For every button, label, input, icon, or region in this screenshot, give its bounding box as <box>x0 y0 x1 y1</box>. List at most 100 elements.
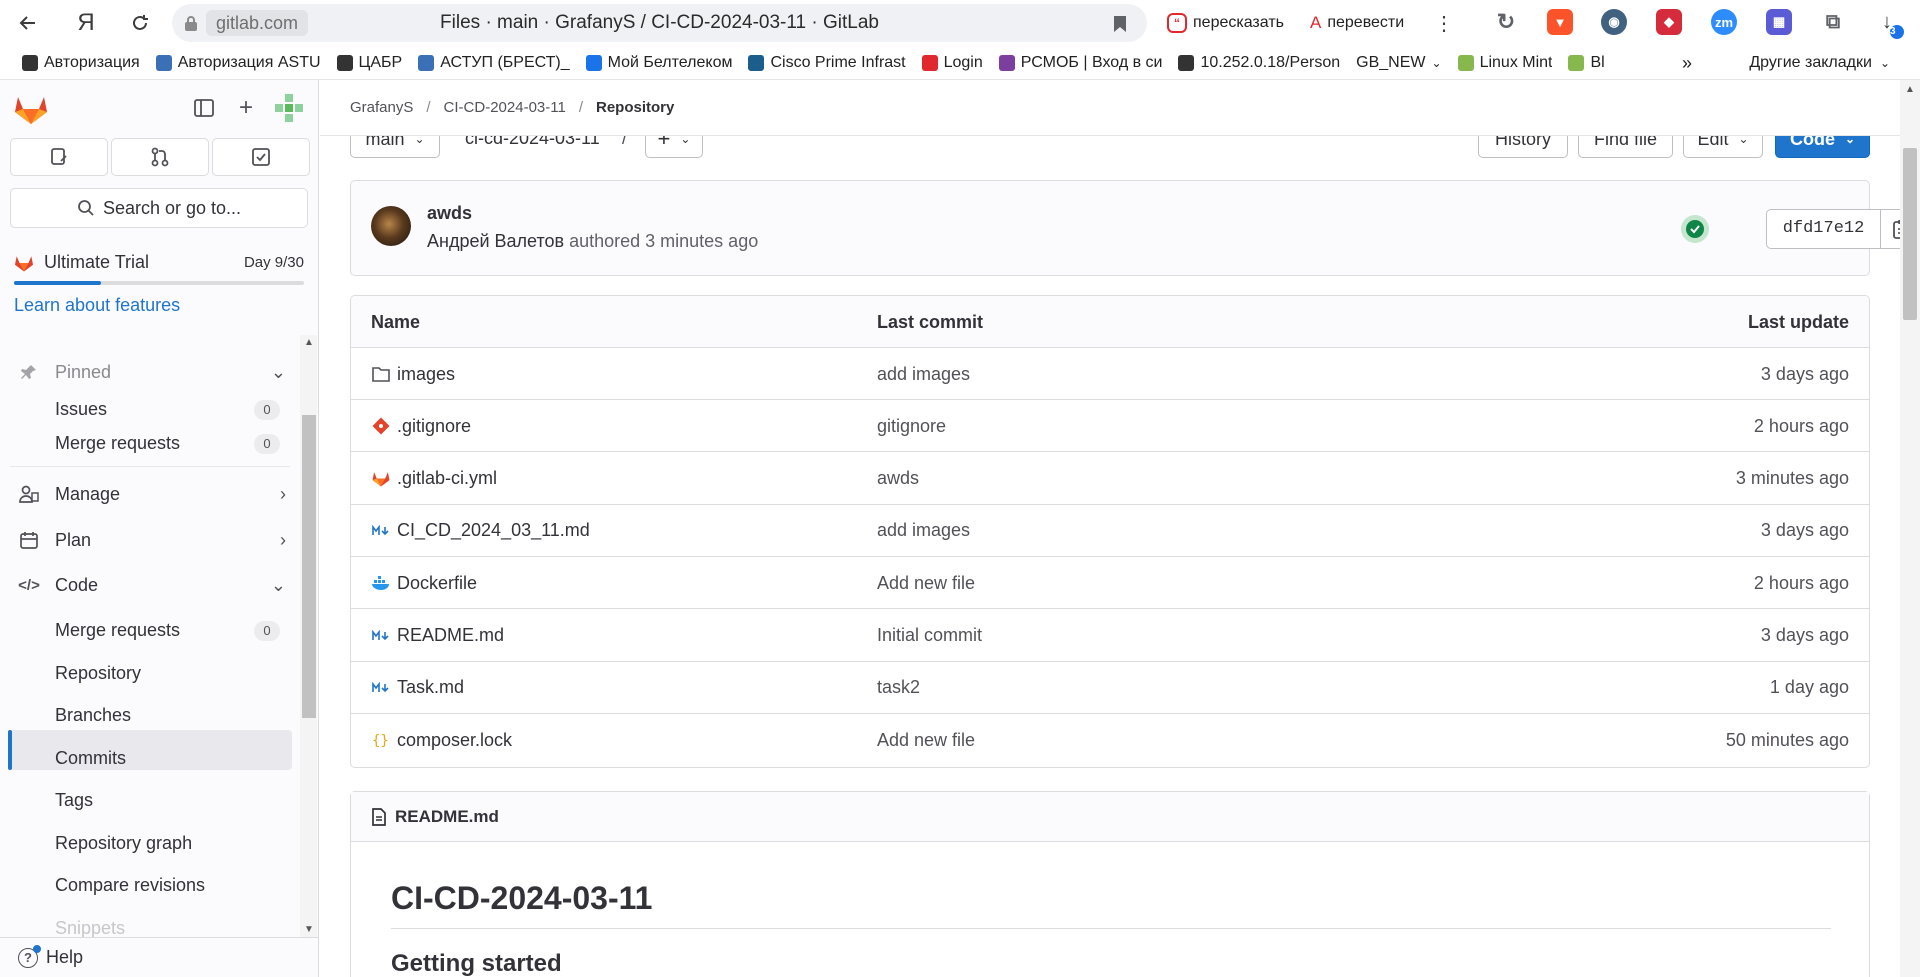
sidebar-item-tags[interactable]: Tags <box>0 780 300 820</box>
last-commit-cell[interactable]: task2 <box>877 662 920 714</box>
last-commit-cell[interactable]: Add new file <box>877 557 975 609</box>
file-name-cell[interactable]: .gitignore <box>371 400 471 452</box>
assigned-issues-button[interactable] <box>10 138 108 176</box>
table-row[interactable]: images add images 3 days ago <box>351 348 1869 400</box>
zoom-ext-icon[interactable]: zm <box>1711 9 1737 35</box>
readme-filename[interactable]: README.md <box>395 807 499 827</box>
page-scroll-thumb[interactable] <box>1903 148 1917 320</box>
commit-author[interactable]: Андрей Валетов <box>427 231 564 251</box>
last-commit-cell[interactable]: add images <box>877 348 970 400</box>
merge-requests-button[interactable] <box>111 138 209 176</box>
bookmark-item[interactable]: Авторизация ASTU <box>155 54 321 72</box>
copy-sha-button[interactable] <box>1881 210 1900 248</box>
file-name-cell[interactable]: README.md <box>371 610 504 662</box>
bookmark-item[interactable]: ЦАБР <box>336 54 402 72</box>
sidebar-item-merge-requests-pinned[interactable]: Merge requests 0 <box>0 423 300 463</box>
sidebar-section-code[interactable]: </> Code ⌄ <box>0 565 300 605</box>
scroll-down-arrow[interactable]: ▼ <box>304 924 314 935</box>
table-row[interactable]: Dockerfile Add new file 2 hours ago <box>351 557 1869 610</box>
trial-widget[interactable]: Ultimate Trial Day 9/30 Learn about feat… <box>14 252 304 316</box>
sidebar-item-branches[interactable]: Branches <box>0 695 300 735</box>
table-row[interactable]: .gitignore gitignore 2 hours ago <box>351 400 1869 453</box>
user-avatar[interactable] <box>275 94 303 122</box>
toggle-sidebar-button[interactable] <box>190 94 218 122</box>
file-name-cell[interactable]: Task.md <box>371 662 464 714</box>
breadcrumb-group[interactable]: GrafanyS <box>350 99 413 116</box>
commit-title[interactable]: awds <box>427 203 472 224</box>
breadcrumb-current[interactable]: Repository <box>596 99 674 116</box>
bookmark-item[interactable]: Bl <box>1568 54 1605 72</box>
todos-button[interactable] <box>212 138 310 176</box>
file-name-cell[interactable]: CI_CD_2024_03_11.md <box>371 505 590 557</box>
avatar[interactable] <box>371 206 411 246</box>
vpn-ext-icon[interactable]: ◉ <box>1601 9 1627 35</box>
reload-button[interactable] <box>120 3 160 43</box>
gitlab-logo-icon[interactable] <box>14 93 48 125</box>
sidebar-item-merge-requests[interactable]: Merge requests 0 <box>0 610 300 650</box>
yandex-button[interactable]: Я <box>66 3 106 43</box>
bookmark-item[interactable]: Мой Белтелеком <box>585 54 732 72</box>
refresh-ext-icon[interactable]: ↻ <box>1493 9 1519 35</box>
table-row[interactable]: .gitlab-ci.yml awds 3 minutes ago <box>351 453 1869 505</box>
table-row[interactable]: README.md Initial commit 3 days ago <box>351 610 1869 662</box>
file-name[interactable]: README.md <box>397 625 504 646</box>
puzzle-ext-icon[interactable]: ▦ <box>1766 9 1792 35</box>
bookmarks-overflow-icon[interactable]: » <box>1682 53 1692 74</box>
bookmark-item[interactable]: Login <box>921 54 983 72</box>
page-scrollbar[interactable]: ▲ <box>1900 80 1920 977</box>
extensions-icon[interactable]: ⧉ <box>1820 9 1846 35</box>
other-bookmarks[interactable]: Другие закладки ⌄ <box>1749 54 1890 72</box>
sidebar-scroll-thumb[interactable] <box>302 415 316 718</box>
file-name[interactable]: CI_CD_2024_03_11.md <box>397 520 590 541</box>
bookmark-item[interactable]: Авторизация <box>22 54 140 72</box>
brave-ext-icon[interactable]: ▼ <box>1547 9 1573 35</box>
sidebar-section-pinned[interactable]: Pinned ⌄ <box>0 352 300 392</box>
last-commit-cell[interactable]: add images <box>877 505 970 557</box>
sidebar-item-snippets[interactable]: Snippets <box>0 908 300 938</box>
file-name[interactable]: Task.md <box>397 677 464 698</box>
sidebar-section-plan[interactable]: Plan › <box>0 520 300 560</box>
bookmark-item[interactable]: 10.252.0.18/Person <box>1178 54 1340 72</box>
file-name[interactable]: Dockerfile <box>397 573 477 594</box>
search-button[interactable]: Search or go to... <box>10 188 308 228</box>
last-commit-cell[interactable]: gitignore <box>877 400 946 452</box>
pipeline-status[interactable] <box>1681 215 1709 243</box>
table-row[interactable]: {} composer.lock Add new file 50 minutes ag… <box>351 714 1869 766</box>
breadcrumb-project[interactable]: CI-CD-2024-03-11 <box>444 99 566 116</box>
last-commit-cell[interactable]: Add new file <box>877 714 975 766</box>
back-button[interactable] <box>8 3 48 43</box>
help-button[interactable]: ? Help <box>0 937 319 977</box>
bookmark-item[interactable]: АСТУП (БРЕСТ)_ <box>418 54 570 72</box>
last-commit-cell[interactable]: awds <box>877 453 919 505</box>
last-commit-cell[interactable]: Initial commit <box>877 610 982 662</box>
retell-button[interactable]: “ пересказать <box>1155 6 1296 40</box>
scroll-up-arrow[interactable]: ▲ <box>1905 84 1915 95</box>
sidebar-item-compare-revisions[interactable]: Compare revisions <box>0 865 300 905</box>
bookmark-item[interactable]: GB_NEW ⌄ <box>1356 54 1441 72</box>
sidebar-item-commits[interactable]: Commits <box>0 738 300 778</box>
scroll-up-arrow[interactable]: ▲ <box>304 337 314 348</box>
sidebar-scrollbar[interactable]: ▲ ▼ <box>300 335 317 937</box>
more-menu-button[interactable]: ⋮ <box>1424 3 1464 43</box>
sidebar-item-repository[interactable]: Repository <box>0 653 300 693</box>
file-name[interactable]: .gitlab-ci.yml <box>397 468 497 489</box>
commit-sha[interactable]: dfd17e12 <box>1767 210 1881 248</box>
sidebar-section-manage[interactable]: Manage › <box>0 474 300 514</box>
shield-ext-icon[interactable]: ◆ <box>1656 9 1682 35</box>
file-name-cell[interactable]: images <box>371 348 455 400</box>
bookmark-item[interactable]: Linux Mint <box>1457 54 1552 72</box>
file-name[interactable]: images <box>397 364 455 385</box>
create-new-button[interactable]: + <box>232 94 260 122</box>
bookmark-item[interactable]: РСМОБ | Вход в си <box>998 54 1162 72</box>
file-name-cell[interactable]: {} composer.lock <box>371 714 512 766</box>
file-name-cell[interactable]: .gitlab-ci.yml <box>371 453 497 505</box>
file-name[interactable]: .gitignore <box>397 416 471 437</box>
learn-features-link[interactable]: Learn about features <box>14 295 304 316</box>
address-bar[interactable]: gitlab.com Files · main · GrafanyS / CI-… <box>172 4 1147 42</box>
downloads-icon[interactable]: ↓ 3 <box>1874 9 1904 39</box>
bookmark-item[interactable]: Cisco Prime Infrast <box>748 54 906 72</box>
file-name-cell[interactable]: Dockerfile <box>371 557 477 609</box>
table-row[interactable]: Task.md task2 1 day ago <box>351 662 1869 714</box>
sidebar-item-repository-graph[interactable]: Repository graph <box>0 823 300 863</box>
translate-button[interactable]: A перевести <box>1298 6 1416 40</box>
